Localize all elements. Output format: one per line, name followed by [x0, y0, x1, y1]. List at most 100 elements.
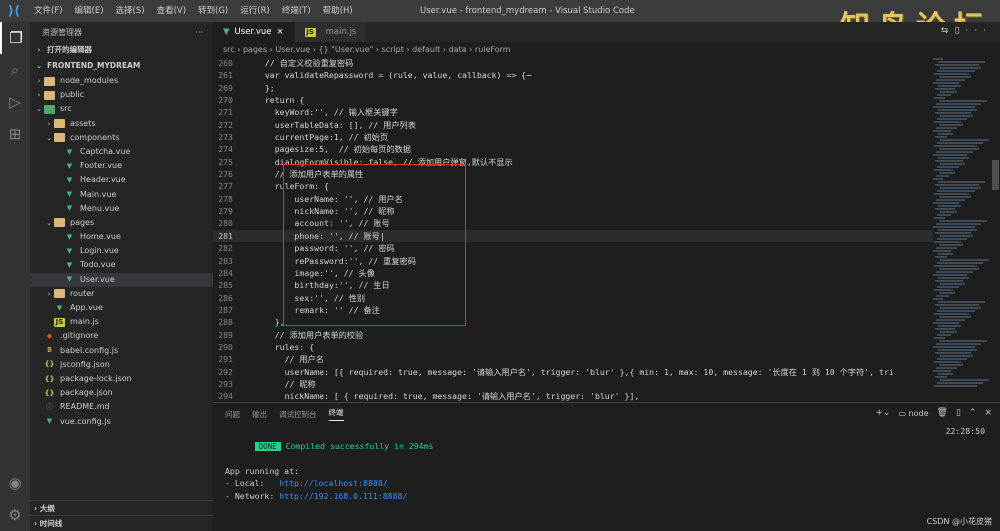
tab-user-vue[interactable]: ▼ User.vue ×	[213, 22, 295, 42]
tree-item[interactable]: ▼ User.vue	[30, 272, 213, 287]
tree-item[interactable]: › router	[30, 287, 213, 301]
code-line[interactable]: 273 currentPage:1, // 初始页	[213, 131, 933, 143]
tree-item[interactable]: ▼ Captcha.vue	[30, 145, 213, 159]
panel-tab[interactable]: 问题	[225, 409, 240, 420]
tree-item[interactable]: › assets	[30, 117, 213, 131]
account-icon[interactable]: ◉	[0, 467, 30, 499]
code-line[interactable]: 270 return {	[213, 94, 933, 106]
minimap-line	[935, 136, 947, 138]
close-icon[interactable]: ×	[984, 408, 992, 418]
chevron-up-icon[interactable]: ⌃	[969, 408, 977, 418]
terminal-output[interactable]: DONE Compiled successfully in 294ms 22:2…	[225, 425, 985, 502]
menu-item[interactable]: 编辑(E)	[69, 0, 110, 22]
timeline-section[interactable]: › 时间线	[30, 515, 213, 530]
panel-tab[interactable]: 调试控制台	[279, 409, 317, 420]
code-line[interactable]: 294 nickName: [ { required: true, messag…	[213, 390, 933, 402]
tree-item[interactable]: ▼ Main.vue	[30, 188, 213, 202]
editor-actions[interactable]: ⇆▯···	[941, 26, 992, 36]
split-icon[interactable]: ▯	[956, 408, 961, 418]
json-icon: {}	[44, 360, 55, 369]
code-line[interactable]: 271 keyWord:'', // 输入框关键字	[213, 106, 933, 118]
code-line[interactable]: 274 pagesize:5, // 初始每页的数据	[213, 143, 933, 155]
trash-icon[interactable]: 🗑	[937, 408, 948, 418]
scrollbar-thumb[interactable]	[992, 160, 999, 190]
menu-item[interactable]: 帮助(H)	[317, 0, 359, 22]
code-line[interactable]: 261 var validateRepassword = (rule, valu…	[213, 69, 933, 81]
minimap-line	[939, 196, 971, 198]
code-line[interactable]: 269 };	[213, 82, 933, 94]
new-terminal-icon[interactable]: +⌄	[875, 408, 890, 418]
tree-item[interactable]: {} package-lock.json	[30, 372, 213, 386]
tab-main-js[interactable]: JS main.js	[294, 22, 368, 42]
code-line[interactable]: 260 // 自定义校验重复密码	[213, 57, 933, 69]
run-debug-icon[interactable]: ▷	[0, 86, 30, 118]
menu-item[interactable]: 终端(T)	[276, 0, 317, 22]
menu-item[interactable]: 转到(G)	[192, 0, 234, 22]
code-line[interactable]: 290 rules: {	[213, 341, 933, 353]
explorer-icon[interactable]: ❐	[0, 22, 30, 54]
editor-scrollbar[interactable]	[990, 57, 1000, 402]
minimap[interactable]	[933, 57, 990, 402]
line-number: 261	[218, 70, 233, 81]
tree-item[interactable]: JS main.js	[30, 315, 213, 329]
more-actions-icon[interactable]: ···	[195, 28, 203, 37]
tree-item[interactable]: ▼ App.vue	[30, 301, 213, 315]
minimap-line	[938, 157, 969, 159]
tree-item[interactable]: › node_modules	[30, 74, 213, 88]
tree-item[interactable]: ▼ Header.vue	[30, 173, 213, 187]
breadcrumb[interactable]: src › pages › User.vue › {} "User.vue" ›…	[213, 42, 1000, 57]
gear-icon[interactable]: ⚙	[0, 499, 30, 531]
minimap-line	[939, 244, 963, 246]
tree-item[interactable]: ▼ Menu.vue	[30, 202, 213, 216]
vue-icon: ▼	[66, 175, 73, 184]
panel-tab[interactable]: 终端	[328, 407, 344, 421]
folder-icon	[44, 104, 55, 114]
code-line[interactable]: 289 // 添加用户表单的校验	[213, 329, 933, 341]
line-number: 272	[218, 119, 233, 130]
tree-item[interactable]: ⌄ pages	[30, 216, 213, 230]
extensions-icon[interactable]: ⊞	[0, 118, 30, 150]
network-url-link[interactable]: http://192.168.0.111:8888/	[279, 491, 407, 501]
panel-tab[interactable]: 输出	[252, 409, 267, 420]
menu-item[interactable]: 文件(F)	[28, 0, 69, 22]
tree-item[interactable]: ▼ Login.vue	[30, 244, 213, 258]
minimap-line	[934, 193, 969, 195]
code-line[interactable]: 272 userTableData: [], // 用户列表	[213, 119, 933, 131]
tree-item[interactable]: ▼ Home.vue	[30, 230, 213, 244]
local-url-link[interactable]: http://localhost:8888/	[279, 478, 387, 488]
project-root[interactable]: ⌄ FRONTEND_MYDREAM	[30, 58, 213, 74]
menu-item[interactable]: 运行(R)	[234, 0, 276, 22]
code-line[interactable]: 293 // 昵称	[213, 378, 933, 390]
line-number: 282	[218, 243, 233, 254]
line-number: 289	[218, 329, 233, 340]
credit-watermark: CSDN @小花皮猪	[926, 517, 992, 526]
explorer-sidebar: 资源管理器 ··· › 打开的编辑器 ⌄ FRONTEND_MYDREAM › nod…	[30, 22, 213, 531]
vue-icon: ▼	[66, 204, 73, 213]
minimap-line	[933, 274, 967, 276]
terminal-selector[interactable]: ▭ node	[898, 409, 928, 418]
tree-item[interactable]: ▼ vue.config.js	[30, 415, 213, 429]
tree-item[interactable]: {} jsconfig.json	[30, 358, 213, 372]
tree-item[interactable]: ▼ Todo.vue	[30, 258, 213, 272]
code-line[interactable]: 292 userName: [{ required: true, message…	[213, 366, 933, 378]
line-number: 279	[218, 206, 233, 217]
menu-item[interactable]: 查看(V)	[151, 0, 192, 22]
close-icon[interactable]: ×	[277, 27, 284, 37]
tree-item[interactable]: Bbabel.config.js	[30, 344, 213, 358]
minimap-line	[936, 343, 981, 345]
tree-item[interactable]: ⌄ components	[30, 131, 213, 145]
tree-item[interactable]: › public	[30, 88, 213, 102]
tree-item[interactable]: ⌄ src	[30, 102, 213, 116]
minimap-line	[935, 232, 971, 234]
minimap-line	[938, 109, 977, 111]
outline-section[interactable]: › 大纲	[30, 500, 213, 515]
tree-item[interactable]: ◆ .gitignore	[30, 329, 213, 343]
code-line[interactable]: 291 // 用户名	[213, 353, 933, 365]
tree-item[interactable]: {} package.json	[30, 386, 213, 400]
minimap-line	[935, 304, 979, 306]
tree-item[interactable]: ⓘ README.md	[30, 400, 213, 414]
open-editors-section[interactable]: › 打开的编辑器	[30, 42, 213, 58]
tree-item[interactable]: ▼ Footer.vue	[30, 159, 213, 173]
search-icon[interactable]: ⌕	[0, 54, 30, 86]
menu-item[interactable]: 选择(S)	[110, 0, 151, 22]
